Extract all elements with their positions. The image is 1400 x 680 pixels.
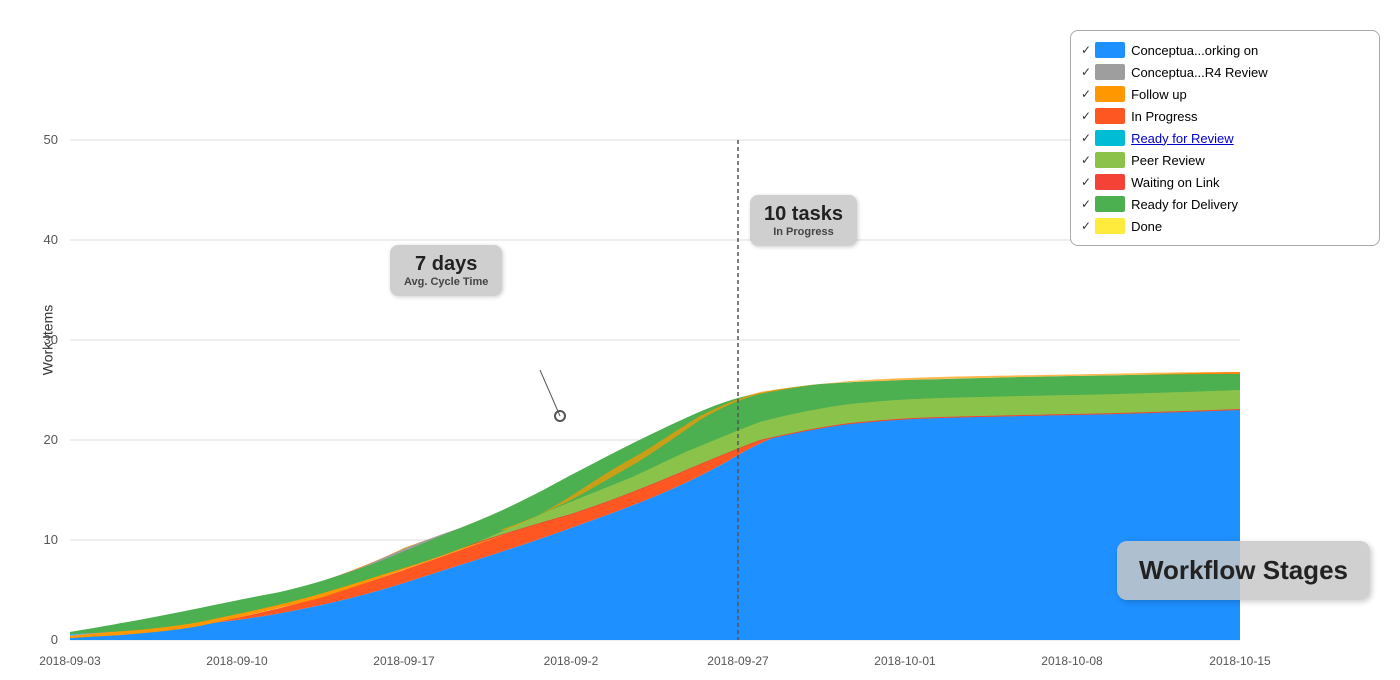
legend-check-4: ✓ — [1081, 131, 1091, 145]
legend-label-1: Conceptua...R4 Review — [1131, 65, 1268, 80]
legend-check-1: ✓ — [1081, 65, 1091, 79]
legend-check-3: ✓ — [1081, 109, 1091, 123]
legend-item-2[interactable]: ✓ Follow up — [1081, 83, 1369, 105]
tasks-tooltip: 10 tasks In Progress — [750, 195, 857, 246]
y-axis-label: Work Items — [39, 305, 55, 376]
legend-check-0: ✓ — [1081, 43, 1091, 57]
legend-color-3 — [1095, 108, 1125, 124]
legend-check-7: ✓ — [1081, 197, 1091, 211]
legend-color-0 — [1095, 42, 1125, 58]
workflow-stages-label: Workflow Stages — [1117, 541, 1370, 600]
svg-text:2018-10-01: 2018-10-01 — [874, 654, 936, 668]
tooltip-tasks-label: In Progress — [764, 226, 843, 238]
legend-item-1[interactable]: ✓ Conceptua...R4 Review — [1081, 61, 1369, 83]
legend-color-7 — [1095, 196, 1125, 212]
svg-text:0: 0 — [51, 632, 58, 647]
tooltip-days-label: Avg. Cycle Time — [404, 276, 488, 288]
legend-box: ✓ Conceptua...orking on ✓ Conceptua...R4… — [1070, 30, 1380, 246]
legend-item-3[interactable]: ✓ In Progress — [1081, 105, 1369, 127]
legend-check-2: ✓ — [1081, 87, 1091, 101]
legend-item-6[interactable]: ✓ Waiting on Link — [1081, 171, 1369, 193]
legend-color-1 — [1095, 64, 1125, 80]
legend-item-8[interactable]: ✓ Done — [1081, 215, 1369, 237]
legend-check-6: ✓ — [1081, 175, 1091, 189]
legend-label-3: In Progress — [1131, 109, 1197, 124]
legend-label-0: Conceptua...orking on — [1131, 43, 1258, 58]
legend-label-7: Ready for Delivery — [1131, 197, 1238, 212]
svg-text:50: 50 — [44, 132, 58, 147]
svg-text:2018-09-17: 2018-09-17 — [373, 654, 435, 668]
legend-label-6: Waiting on Link — [1131, 175, 1219, 190]
legend-label-5: Peer Review — [1131, 153, 1205, 168]
svg-text:2018-09-10: 2018-09-10 — [206, 654, 268, 668]
svg-text:2018-09-03: 2018-09-03 — [39, 654, 101, 668]
svg-text:40: 40 — [44, 232, 58, 247]
svg-text:2018-09-2: 2018-09-2 — [544, 654, 599, 668]
legend-item-4[interactable]: ✓ Ready for Review — [1081, 127, 1369, 149]
legend-check-8: ✓ — [1081, 219, 1091, 233]
legend-label-2: Follow up — [1131, 87, 1187, 102]
chart-container: 0 10 20 30 40 50 2018-09-03 2018-09-10 2… — [0, 0, 1400, 680]
svg-text:2018-10-15: 2018-10-15 — [1209, 654, 1271, 668]
legend-color-8 — [1095, 218, 1125, 234]
svg-text:2018-09-27: 2018-09-27 — [707, 654, 769, 668]
legend-item-0[interactable]: ✓ Conceptua...orking on — [1081, 39, 1369, 61]
legend-color-5 — [1095, 152, 1125, 168]
svg-text:10: 10 — [44, 532, 58, 547]
svg-text:2018-10-08: 2018-10-08 — [1041, 654, 1103, 668]
legend-color-2 — [1095, 86, 1125, 102]
legend-color-6 — [1095, 174, 1125, 190]
cycle-time-tooltip: 7 days Avg. Cycle Time — [390, 245, 502, 296]
legend-color-4 — [1095, 130, 1125, 146]
legend-check-5: ✓ — [1081, 153, 1091, 167]
tooltip-days-value: 7 days — [404, 253, 488, 276]
svg-text:20: 20 — [44, 432, 58, 447]
legend-label-4: Ready for Review — [1131, 131, 1234, 146]
legend-item-7[interactable]: ✓ Ready for Delivery — [1081, 193, 1369, 215]
legend-label-8: Done — [1131, 219, 1162, 234]
legend-item-5[interactable]: ✓ Peer Review — [1081, 149, 1369, 171]
tooltip-tasks-value: 10 tasks — [764, 203, 843, 226]
